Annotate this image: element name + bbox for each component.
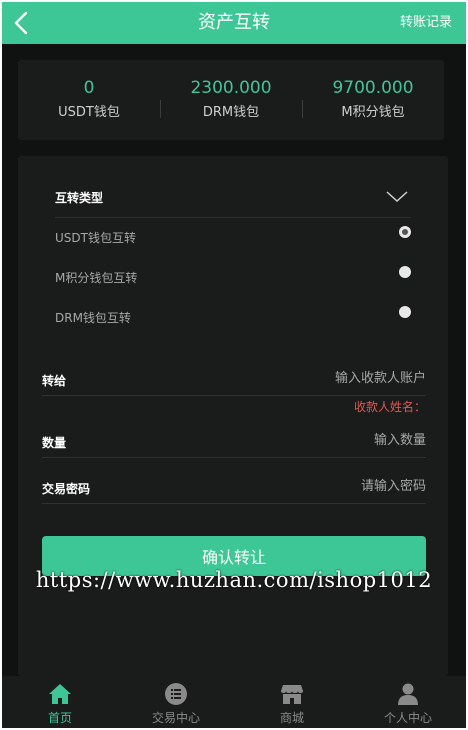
radio-button[interactable] bbox=[399, 306, 411, 318]
option-drm-transfer[interactable]: DRM钱包互转 bbox=[55, 306, 411, 330]
option-label: M积分钱包互转 bbox=[55, 271, 138, 285]
page-title: 资产互转 bbox=[198, 12, 270, 33]
amount-input[interactable] bbox=[196, 428, 426, 452]
balance-label: USDT钱包 bbox=[58, 105, 120, 120]
balance-value: 9700.000 bbox=[332, 78, 414, 98]
balance-value: 0 bbox=[83, 78, 95, 98]
m-points-wallet-balance: 9700.000 M积分钱包 bbox=[302, 60, 444, 140]
tab-label: 首页 bbox=[47, 711, 72, 725]
store-icon bbox=[281, 685, 303, 704]
amount-label: 数量 bbox=[42, 436, 67, 450]
balance-label: M积分钱包 bbox=[341, 105, 405, 120]
balance-label: DRM钱包 bbox=[202, 105, 260, 120]
home-icon bbox=[49, 684, 71, 704]
transfer-records-link[interactable]: 转账记录 bbox=[400, 2, 452, 44]
tab-profile[interactable]: 个人中心 bbox=[350, 676, 466, 728]
transfer-form: 互转类型 USDT钱包互转 M积分钱包互转 DRM钱包互转 转给 收款人姓名： … bbox=[18, 156, 448, 676]
option-label: USDT钱包互转 bbox=[55, 231, 136, 245]
header-bar: 资产互转 转账记录 bbox=[2, 2, 466, 44]
option-m-points-transfer[interactable]: M积分钱包互转 bbox=[55, 266, 411, 290]
drm-wallet-balance: 2300.000 DRM钱包 bbox=[160, 60, 302, 140]
list-icon bbox=[165, 683, 187, 705]
tab-home[interactable]: 首页 bbox=[2, 676, 118, 728]
password-row: 交易密码 bbox=[42, 464, 426, 504]
option-label: DRM钱包互转 bbox=[55, 311, 131, 325]
amount-row: 数量 bbox=[42, 418, 426, 458]
transfer-type-label: 互转类型 bbox=[55, 191, 104, 205]
recipient-label: 转给 bbox=[42, 374, 67, 388]
recipient-row: 转给 bbox=[42, 356, 426, 396]
recipient-account-input[interactable] bbox=[196, 366, 426, 390]
tab-mall[interactable]: 商城 bbox=[234, 676, 350, 728]
app-screen: 资产互转 转账记录 0 USDT钱包 2300.000 DRM钱包 9700.0… bbox=[2, 2, 466, 728]
option-usdt-transfer[interactable]: USDT钱包互转 bbox=[55, 226, 411, 250]
trade-password-label: 交易密码 bbox=[42, 482, 91, 496]
tab-label: 个人中心 bbox=[383, 711, 432, 725]
tab-label: 交易中心 bbox=[151, 711, 200, 725]
watermark-text: https://www.huzhan.com/ishop1012 bbox=[35, 568, 433, 592]
recipient-name-text: 收款人姓名： bbox=[353, 400, 426, 414]
user-icon bbox=[398, 683, 418, 705]
trade-password-input[interactable] bbox=[196, 474, 426, 498]
radio-button-checked[interactable] bbox=[399, 226, 411, 238]
radio-button[interactable] bbox=[399, 266, 411, 278]
bottom-tab-bar: 首页 交易中心 商城 个人中心 bbox=[2, 676, 466, 728]
wallet-balances: 0 USDT钱包 2300.000 DRM钱包 9700.000 M积分钱包 bbox=[18, 60, 444, 140]
balance-value: 2300.000 bbox=[190, 78, 272, 98]
usdt-wallet-balance: 0 USDT钱包 bbox=[18, 60, 160, 140]
chevron-down-icon bbox=[386, 191, 408, 203]
tab-trading-center[interactable]: 交易中心 bbox=[118, 676, 234, 728]
tab-label: 商城 bbox=[279, 711, 304, 725]
transfer-type-select[interactable]: 互转类型 bbox=[55, 182, 411, 218]
